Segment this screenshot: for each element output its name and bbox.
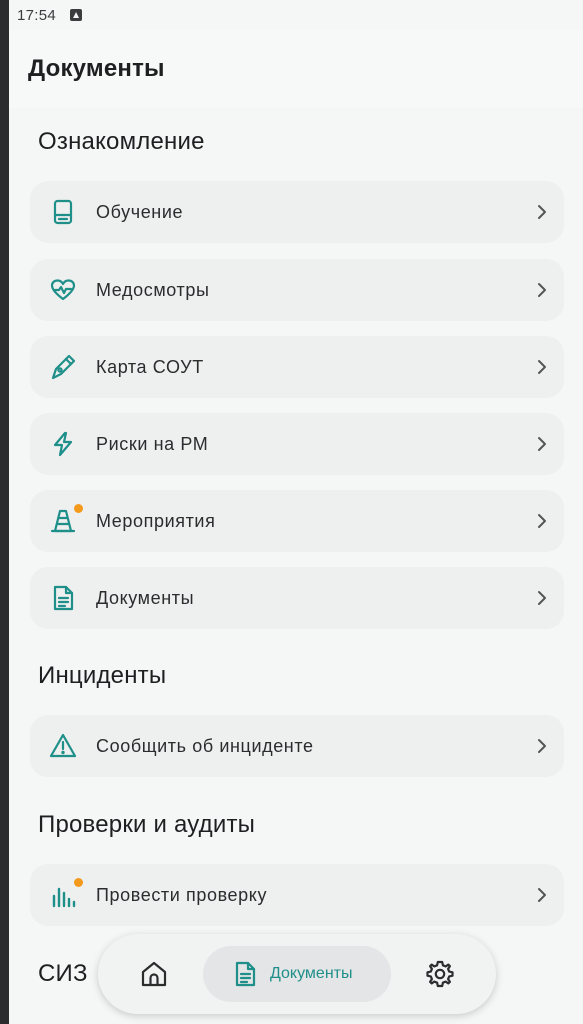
section-title-incidents: Инциденты: [38, 662, 167, 689]
chevron-right-icon: [538, 360, 546, 374]
chevron-right-icon: [538, 205, 546, 219]
window-edge: [0, 0, 9, 1024]
menu-item-label: Медосмотры: [96, 279, 210, 300]
content: Ознакомление Обучение Медосмотры Карта С…: [9, 108, 583, 1024]
document-icon: [235, 961, 256, 987]
nav-tab-label: Документы: [270, 965, 353, 982]
nav-tab-documents[interactable]: Документы: [203, 946, 391, 1002]
menu-item-medical-checkups[interactable]: Медосмотры: [30, 259, 564, 321]
section-title-ppe: СИЗ: [38, 960, 88, 987]
chevron-right-icon: [538, 739, 546, 753]
status-time: 17:54: [17, 6, 57, 24]
chevron-right-icon: [538, 888, 546, 902]
menu-item-activities[interactable]: Мероприятия: [30, 490, 564, 552]
book-icon: [47, 196, 79, 228]
gear-icon[interactable]: [424, 958, 456, 990]
chevron-right-icon: [538, 514, 546, 528]
menu-item-label: Карта СОУТ: [96, 356, 204, 377]
menu-item-documents[interactable]: Документы: [30, 567, 564, 629]
home-icon[interactable]: [138, 958, 170, 990]
chevron-right-icon: [538, 591, 546, 605]
status-bar: 17:54: [9, 0, 583, 30]
page-title: Документы: [28, 55, 165, 82]
heart-pulse-icon: [47, 274, 79, 306]
menu-item-workplace-risks[interactable]: Риски на РМ: [30, 413, 564, 475]
menu-item-label: Риски на РМ: [96, 433, 209, 454]
bottom-navigation: Документы: [98, 934, 496, 1014]
menu-item-conduct-inspection[interactable]: Провести проверку: [30, 864, 564, 926]
notification-icon: [70, 9, 83, 21]
menu-item-report-incident[interactable]: Сообщить об инциденте: [30, 715, 564, 777]
menu-item-sout-card[interactable]: Карта СОУТ: [30, 336, 564, 398]
menu-item-label: Документы: [96, 587, 195, 608]
menu-item-label: Мероприятия: [96, 510, 216, 531]
notification-badge: [74, 878, 83, 887]
chevron-right-icon: [538, 437, 546, 451]
app-bar: Документы: [9, 30, 583, 108]
section-title-familiarization: Ознакомление: [38, 128, 205, 155]
menu-item-training[interactable]: Обучение: [30, 181, 564, 243]
menu-item-label: Сообщить об инциденте: [96, 735, 314, 756]
section-title-inspections: Проверки и аудиты: [38, 811, 256, 838]
chevron-right-icon: [538, 283, 546, 297]
menu-item-label: Провести проверку: [96, 884, 268, 905]
lightning-icon: [47, 428, 79, 460]
screen: 17:54 Документы Ознакомление Обучение Ме…: [0, 0, 583, 1024]
menu-item-label: Обучение: [96, 201, 184, 222]
document-icon: [47, 582, 79, 614]
notification-badge: [74, 504, 83, 513]
pen-tool-icon: [47, 351, 79, 383]
warning-triangle-icon: [47, 730, 79, 762]
